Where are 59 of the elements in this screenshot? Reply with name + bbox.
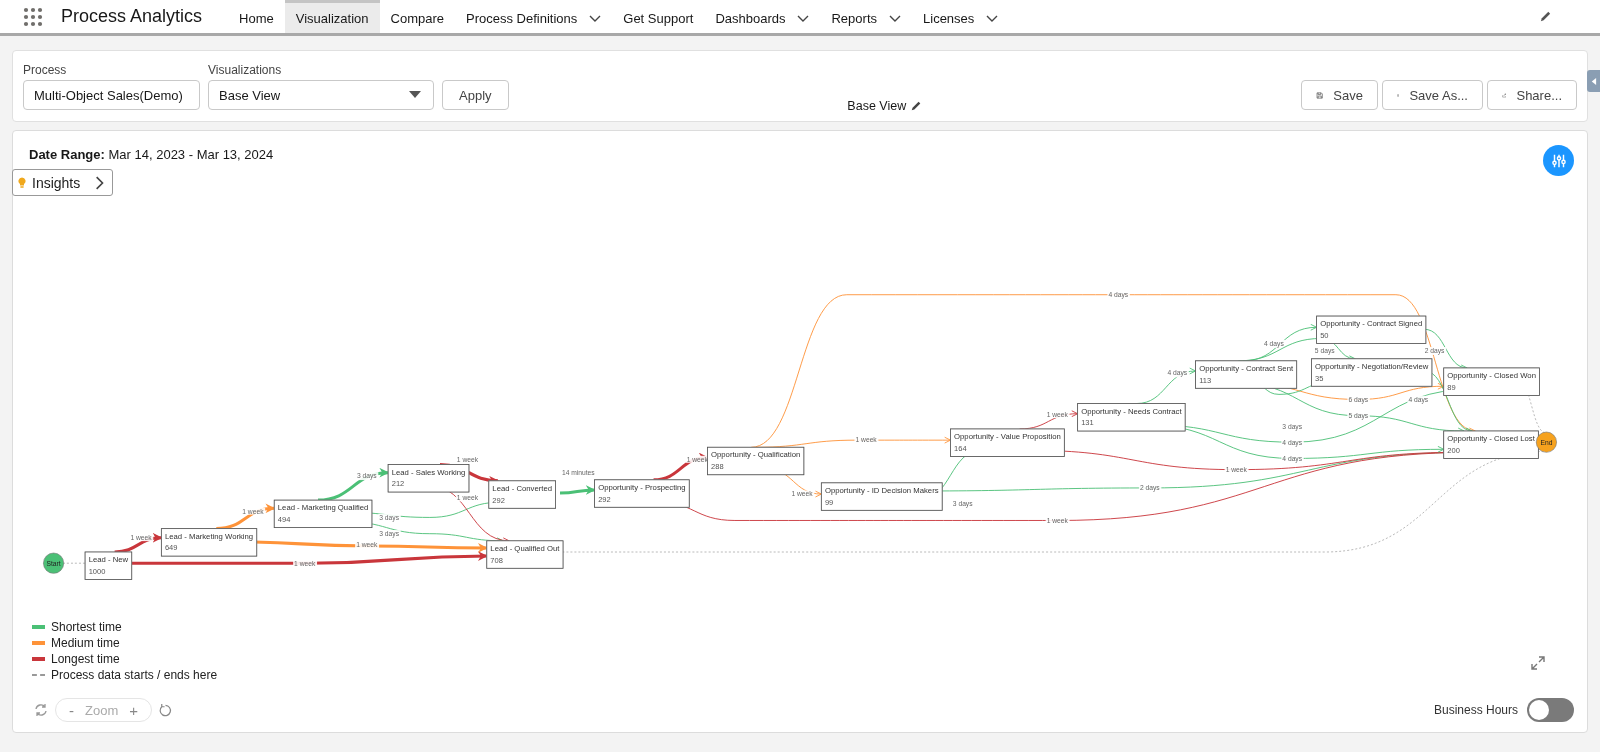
- nav-tab[interactable]: Home: [228, 0, 285, 33]
- select-field[interactable]: Base View: [208, 80, 434, 110]
- reset-icon[interactable]: [158, 702, 173, 718]
- save-button[interactable]: Save As...: [1382, 80, 1483, 110]
- end-node: [1535, 431, 1557, 453]
- field-label: Visualizations: [208, 63, 283, 77]
- nav-tab[interactable]: Process Definitions: [455, 0, 613, 33]
- date-range-value: Mar 14, 2023 - Mar 13, 2024: [108, 147, 274, 162]
- nav-tab[interactable]: Visualization: [284, 0, 380, 33]
- field-label: Process: [23, 63, 68, 77]
- business-hours-label: Business Hours: [1433, 703, 1518, 717]
- process-node[interactable]: [160, 528, 258, 557]
- nav-tab[interactable]: Get Support: [612, 0, 705, 33]
- process-node[interactable]: [486, 540, 564, 569]
- pencil-icon[interactable]: [1539, 10, 1552, 23]
- insights-button[interactable]: Insights: [12, 169, 114, 196]
- nav-tab[interactable]: Dashboards: [704, 0, 821, 33]
- process-node[interactable]: [1443, 430, 1539, 459]
- process-node[interactable]: [387, 464, 470, 493]
- nav-tab[interactable]: Licenses: [912, 0, 1010, 33]
- start-node: [43, 552, 65, 574]
- view-title: Base View: [847, 99, 907, 113]
- pencil-icon[interactable]: [910, 100, 923, 112]
- apply-button[interactable]: Apply: [442, 80, 509, 110]
- legend-label: Longest time: [51, 652, 120, 666]
- expand-icon[interactable]: [1531, 656, 1545, 670]
- process-node[interactable]: [1311, 358, 1433, 387]
- legend-label: Shortest time: [51, 620, 122, 634]
- filter-button[interactable]: [1543, 145, 1574, 176]
- process-node[interactable]: [820, 482, 943, 511]
- legend-label: Process data starts / ends here: [51, 668, 218, 682]
- zoom-out-button[interactable]: -: [66, 701, 77, 719]
- date-range-label: Date Range:: [29, 147, 105, 162]
- nav-tab[interactable]: Reports: [820, 0, 912, 33]
- app-title: Process Analytics: [61, 6, 203, 27]
- process-node[interactable]: [84, 551, 133, 580]
- app-launcher-icon[interactable]: [23, 6, 43, 27]
- process-node[interactable]: [1316, 315, 1427, 344]
- process-node[interactable]: [1195, 360, 1298, 389]
- caret-icon: [409, 91, 421, 99]
- lightbulb-icon: [18, 176, 26, 189]
- zoom-in-button[interactable]: +: [126, 701, 141, 719]
- sync-icon[interactable]: [33, 702, 49, 718]
- process-node[interactable]: [488, 480, 556, 509]
- process-node[interactable]: [1077, 403, 1186, 432]
- nav-tab[interactable]: Compare: [379, 0, 455, 33]
- process-node[interactable]: [1443, 367, 1540, 396]
- process-node[interactable]: [594, 479, 690, 508]
- process-node[interactable]: [273, 499, 373, 528]
- process-node[interactable]: [950, 428, 1065, 457]
- save-button[interactable]: Save: [1301, 80, 1378, 110]
- share-button[interactable]: Share...: [1487, 80, 1577, 110]
- select-field[interactable]: Multi-Object Sales(Demo): [23, 80, 200, 110]
- business-hours-toggle[interactable]: [1527, 698, 1574, 722]
- caret-left-icon: [1590, 76, 1597, 86]
- zoom-label: Zoom: [85, 702, 119, 718]
- legend-label: Medium time: [51, 636, 120, 650]
- process-node[interactable]: [707, 446, 805, 476]
- side-panel-tab[interactable]: [1587, 70, 1600, 92]
